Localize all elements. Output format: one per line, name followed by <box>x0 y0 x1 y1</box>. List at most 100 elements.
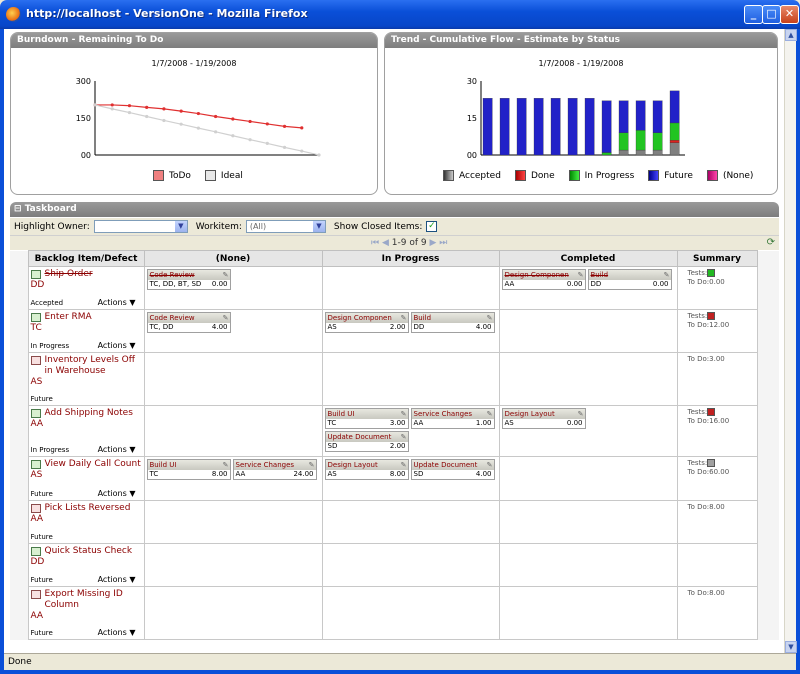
trend-bar-in-progress <box>618 132 629 151</box>
backlog-item-title[interactable]: Enter RMA <box>30 312 142 323</box>
row-gutter-right <box>757 309 779 353</box>
task-name: Design Layout <box>327 461 378 469</box>
edit-pencil-icon[interactable]: ✎ <box>487 313 493 323</box>
edit-pencil-icon[interactable]: ✎ <box>487 409 493 419</box>
burndown-panel: Burndown - Remaining To Do 1/7/2008 - 1/… <box>10 32 378 195</box>
actions-label: Actions <box>97 341 127 350</box>
summary-todo: To Do:8.00 <box>680 503 755 512</box>
task-card[interactable]: Design Layout ✎ AS 0.00 <box>501 408 586 429</box>
column-header-in-progress[interactable]: In Progress <box>321 250 500 267</box>
trend-bar-future <box>567 98 578 156</box>
edit-pencil-icon[interactable]: ✎ <box>578 270 584 280</box>
actions-menu[interactable]: Actions ▼ <box>98 489 136 498</box>
edit-pencil-icon[interactable]: ✎ <box>664 270 670 280</box>
vertical-scrollbar[interactable]: ▲ ▼ <box>784 29 797 653</box>
legend-future: Future <box>648 170 693 181</box>
summary-todo: To Do:3.00 <box>680 355 755 364</box>
row-gutter <box>10 309 28 353</box>
task-card[interactable]: Design Componen ✎ AA 0.00 <box>501 269 586 290</box>
burndown-point-ideal <box>214 130 218 134</box>
trend-bar-future <box>584 98 595 156</box>
burndown-point-ideal <box>317 153 321 157</box>
todo-label: To Do: <box>687 355 710 363</box>
window-titlebar[interactable]: http://localhost - VersionOne - Mozilla … <box>0 0 800 29</box>
task-card[interactable]: Build ✎ DD 0.00 <box>587 269 672 290</box>
todo-value: 8.00 <box>709 589 725 597</box>
show-closed-checkbox[interactable]: ✓ <box>426 221 438 232</box>
task-name: Build UI <box>327 410 355 418</box>
actions-menu[interactable]: Actions ▼ <box>98 341 136 350</box>
edit-pencil-icon[interactable]: ✎ <box>401 313 407 323</box>
backlog-item-owner: AA <box>30 419 44 429</box>
first-page-icon[interactable]: ⏮ <box>371 238 379 248</box>
backlog-item-status: Future <box>30 576 53 584</box>
task-owner: AS <box>327 323 337 331</box>
backlog-item-title[interactable]: Ship Order <box>30 269 142 280</box>
column-header-completed[interactable]: Completed <box>498 250 678 267</box>
edit-pencil-icon[interactable]: ✎ <box>401 409 407 419</box>
task-card[interactable]: Code Review ✎ TC, DD 4.00 <box>146 312 231 333</box>
collapse-icon[interactable]: ⊟ <box>14 204 22 214</box>
task-name-bar: Build UI ✎ <box>325 409 408 419</box>
legend-todo-label: ToDo <box>169 170 191 181</box>
scroll-up-arrow-icon[interactable]: ▲ <box>785 29 797 41</box>
task-card[interactable]: Code Review ✎ TC, DD, BT, SD 0.00 <box>146 269 231 290</box>
none-column-cell <box>143 405 323 457</box>
actions-menu[interactable]: Actions ▼ <box>98 628 136 637</box>
trend-panel: Trend - Cumulative Flow - Estimate by St… <box>384 32 778 195</box>
close-button[interactable]: ✕ <box>780 5 799 24</box>
edit-pencil-icon[interactable]: ✎ <box>401 460 407 470</box>
highlight-owner-select[interactable]: ▼ <box>93 220 188 233</box>
edit-pencil-icon[interactable]: ✎ <box>223 460 229 470</box>
table-row: Quick Status Check DD Future Actions ▼ <box>10 543 779 587</box>
actions-menu[interactable]: Actions ▼ <box>98 575 136 584</box>
column-header-backlog[interactable]: Backlog Item/Defect <box>27 250 145 267</box>
backlog-item-title[interactable]: Export Missing ID Column <box>30 589 142 611</box>
actions-menu[interactable]: Actions ▼ <box>98 445 136 454</box>
table-row: Ship Order DD Accepted Actions ▼ Code Review… <box>10 266 779 310</box>
task-card[interactable]: Design Componen ✎ AS 2.00 <box>324 312 409 333</box>
task-card[interactable]: Update Document ✎ SD 2.00 <box>324 431 409 452</box>
edit-pencil-icon[interactable]: ✎ <box>223 270 229 280</box>
task-card[interactable]: Build UI ✎ TC 8.00 <box>146 459 231 480</box>
task-name: Design Layout <box>504 410 555 418</box>
edit-pencil-icon[interactable]: ✎ <box>223 313 229 323</box>
scroll-down-arrow-icon[interactable]: ▼ <box>785 641 797 653</box>
backlog-item-title[interactable]: Add Shipping Notes <box>30 408 142 419</box>
column-header-summary[interactable]: Summary <box>676 250 758 267</box>
refresh-icon[interactable]: ⟳ <box>767 237 775 248</box>
backlog-item-title[interactable]: Pick Lists Reversed <box>30 503 142 514</box>
edit-pencil-icon[interactable]: ✎ <box>309 460 315 470</box>
edit-pencil-icon[interactable]: ✎ <box>401 432 407 442</box>
task-todo: 0.00 <box>566 280 583 288</box>
actions-menu[interactable]: Actions ▼ <box>98 298 136 307</box>
workitem-select[interactable]: (All) ▼ <box>245 220 326 233</box>
last-page-icon[interactable]: ⏭ <box>439 238 447 248</box>
task-card[interactable]: Design Layout ✎ AS 8.00 <box>324 459 409 480</box>
backlog-item-title[interactable]: Inventory Levels Off in Warehouse <box>30 355 142 377</box>
task-card[interactable]: Service Changes ✎ AA 24.00 <box>232 459 317 480</box>
burndown-point-ideal <box>127 110 132 115</box>
edit-pencil-icon[interactable]: ✎ <box>578 409 584 419</box>
task-card[interactable]: Build UI ✎ TC 3.00 <box>324 408 409 429</box>
column-header-none[interactable]: (None) <box>143 250 323 267</box>
prev-page-icon[interactable]: ◀ <box>382 238 389 248</box>
backlog-item-title[interactable]: View Daily Call Count <box>30 459 142 470</box>
backlog-item-owner: DD <box>30 280 45 290</box>
backlog-item-owner: DD <box>30 557 45 567</box>
edit-pencil-icon[interactable]: ✎ <box>487 460 493 470</box>
minimize-button[interactable]: _ <box>744 5 763 24</box>
next-page-icon[interactable]: ▶ <box>429 238 436 248</box>
task-card[interactable]: Update Document ✎ SD 4.00 <box>410 459 495 480</box>
task-body: AS 2.00 <box>325 323 408 332</box>
todo-value: 8.00 <box>709 503 725 511</box>
summary-todo: To Do:0.00 <box>680 278 755 287</box>
in-progress-column-cell: Build UI ✎ TC 3.00 Service Changes ✎ AA 1.00 Upd… <box>321 405 500 457</box>
task-name-bar: Service Changes ✎ <box>233 460 316 470</box>
task-card[interactable]: Service Changes ✎ AA 1.00 <box>410 408 495 429</box>
backlog-item-title[interactable]: Quick Status Check <box>30 546 142 557</box>
task-card[interactable]: Build ✎ DD 4.00 <box>410 312 495 333</box>
legend-done-swatch <box>514 170 526 181</box>
completed-column-cell <box>498 309 678 353</box>
maximize-button[interactable]: □ <box>762 5 781 24</box>
